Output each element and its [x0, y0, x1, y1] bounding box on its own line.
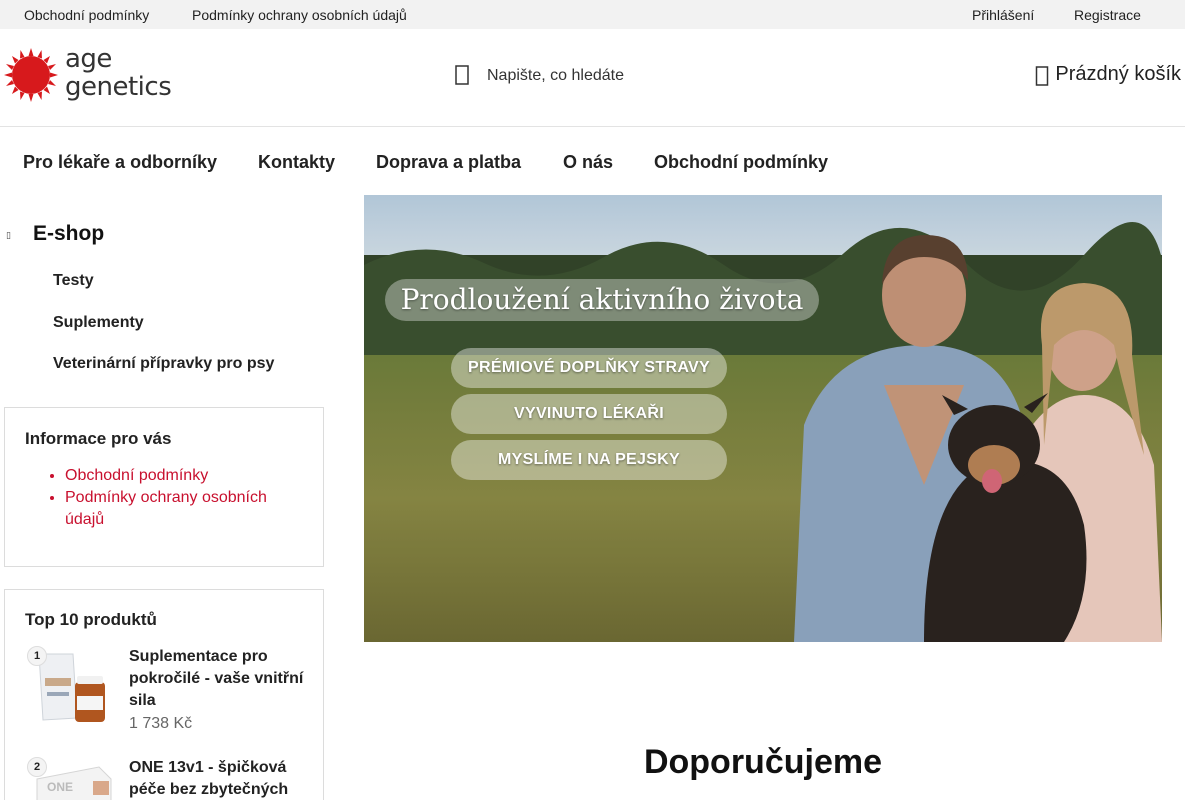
nav-item-shipping[interactable]: Doprava a platba: [376, 152, 521, 173]
topbar-link-privacy[interactable]: Podmínky ochrany osobních údajů: [192, 7, 407, 23]
cart-label: Prázdný košík: [1055, 63, 1181, 85]
list-item: Podmínky ochrany osobních údajů: [65, 487, 305, 531]
nav-item-contacts[interactable]: Kontakty: [258, 152, 335, 173]
top-products-box: Top 10 produktů 1 Suplementace pro pokro…: [4, 589, 324, 800]
banner-pill: VYVINUTO LÉKAŘI: [451, 394, 727, 434]
info-box-title: Informace pro vás: [25, 429, 172, 448]
banner-headline: Prodloužení aktivního života: [385, 279, 819, 321]
logo-text-line1: age: [65, 44, 112, 74]
hero-banner[interactable]: Prodloužení aktivního života PRÉMIOVÉ DO…: [364, 195, 1162, 642]
product-name[interactable]: ONE 13v1 - špičková péče bez zbytečných: [129, 757, 319, 800]
category-supplements[interactable]: Suplementy: [53, 314, 144, 332]
eshop-title: E-shop: [33, 222, 105, 245]
nav-item-about[interactable]: O nás: [563, 152, 613, 173]
login-link[interactable]: Přihlášení: [972, 7, 1034, 23]
product-price: 1 738 Kč: [129, 715, 193, 732]
topbar-link-terms[interactable]: Obchodní podmínky: [24, 7, 149, 23]
banner-pill: MYSLÍME I NA PEJSKY: [451, 440, 727, 480]
product-item[interactable]: ONE 2 ONE 13v1 - špičková péče bez zbyte…: [25, 757, 315, 800]
expand-arrow-icon[interactable]: ▯: [6, 230, 11, 241]
info-links: Obchodní podmínky Podmínky ochrany osobn…: [65, 465, 305, 531]
top-products-title: Top 10 produktů: [25, 610, 157, 629]
sun-logo-icon: [4, 48, 58, 102]
product-rank: 1: [27, 646, 47, 666]
category-veterinary[interactable]: Veterinární přípravky pro psy: [53, 355, 274, 373]
top-bar: Obchodní podmínky Podmínky ochrany osobn…: [0, 0, 1185, 29]
section-title: Doporučujeme: [643, 743, 883, 781]
product-rank: 2: [27, 757, 47, 777]
product-name[interactable]: Suplementace pro pokročilé - vaše vnitřn…: [129, 646, 319, 712]
nav-item-professionals[interactable]: Pro lékaře a odborníky: [23, 152, 217, 173]
info-link-terms[interactable]: Obchodní podmínky: [65, 467, 208, 484]
site-header: age genetics Napište, co hledáte Prázdný…: [0, 29, 1185, 127]
main-nav: Pro lékaře a odborníky Kontakty Doprava …: [0, 127, 1185, 195]
logo[interactable]: age genetics: [4, 44, 174, 107]
cart-button[interactable]: Prázdný košík: [1036, 63, 1181, 93]
list-item: Obchodní podmínky: [65, 465, 305, 487]
register-link[interactable]: Registrace: [1074, 7, 1141, 23]
info-box: Informace pro vás Obchodní podmínky Podm…: [4, 407, 324, 567]
search-icon[interactable]: [454, 63, 470, 87]
cart-icon: [1036, 66, 1049, 86]
search-input[interactable]: Napište, co hledáte: [487, 67, 624, 85]
info-link-privacy[interactable]: Podmínky ochrany osobních údajů: [65, 489, 267, 528]
search-bar[interactable]: Napište, co hledáte: [452, 63, 712, 91]
category-tests[interactable]: Testy: [53, 272, 94, 290]
nav-item-terms[interactable]: Obchodní podmínky: [654, 152, 828, 173]
svg-text:ONE: ONE: [47, 780, 73, 794]
banner-pill: PRÉMIOVÉ DOPLŇKY STRAVY: [451, 348, 727, 388]
logo-text-line2: genetics: [65, 72, 172, 102]
product-item[interactable]: 1 Suplementace pro pokročilé - vaše vnit…: [25, 646, 315, 746]
